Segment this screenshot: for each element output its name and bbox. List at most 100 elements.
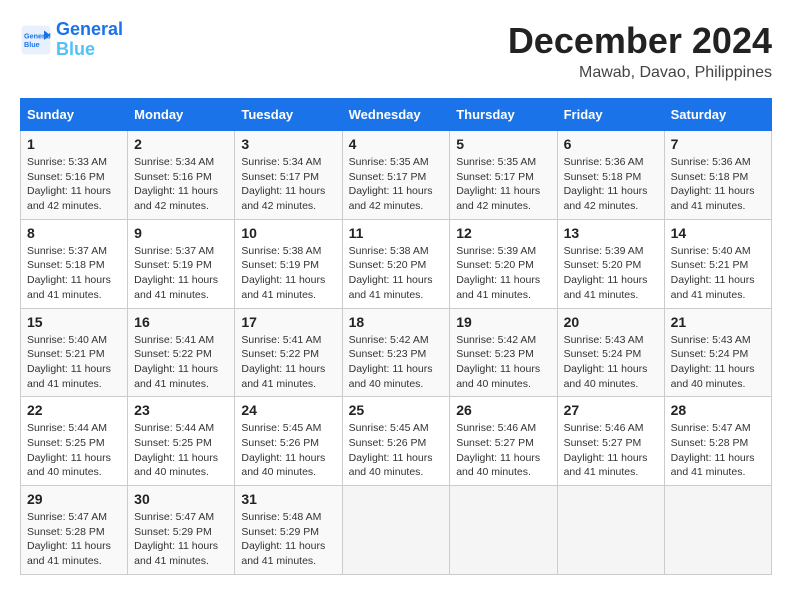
day-info: Sunrise: 5:44 AM Sunset: 5:25 PM Dayligh…: [134, 421, 228, 480]
day-number: 24: [241, 402, 335, 418]
day-info: Sunrise: 5:46 AM Sunset: 5:27 PM Dayligh…: [456, 421, 550, 480]
day-number: 11: [349, 225, 444, 241]
day-info: Sunrise: 5:37 AM Sunset: 5:18 PM Dayligh…: [27, 244, 121, 303]
svg-text:Blue: Blue: [24, 40, 40, 49]
day-info: Sunrise: 5:45 AM Sunset: 5:26 PM Dayligh…: [349, 421, 444, 480]
calendar-cell: 16 Sunrise: 5:41 AM Sunset: 5:22 PM Dayli…: [128, 308, 235, 397]
calendar-cell: 13 Sunrise: 5:39 AM Sunset: 5:20 PM Dayli…: [557, 219, 664, 308]
calendar-cell: 5Sunrise: 5:35 AM Sunset: 5:17 PM Daylig…: [450, 131, 557, 220]
calendar-cell: [342, 486, 450, 575]
calendar-cell: 6 Sunrise: 5:36 AM Sunset: 5:18 PM Daylig…: [557, 131, 664, 220]
day-info: Sunrise: 5:47 AM Sunset: 5:28 PM Dayligh…: [27, 510, 121, 569]
day-number: 4: [349, 136, 444, 152]
column-header-thursday: Thursday: [450, 99, 557, 131]
day-number: 30: [134, 491, 228, 507]
month-year-title: December 2024: [508, 20, 772, 62]
location-subtitle: Mawab, Davao, Philippines: [508, 64, 772, 82]
calendar-cell: 21Sunrise: 5:43 AM Sunset: 5:24 PM Dayli…: [664, 308, 771, 397]
day-number: 23: [134, 402, 228, 418]
day-info: Sunrise: 5:38 AM Sunset: 5:19 PM Dayligh…: [241, 244, 335, 303]
calendar-cell: [664, 486, 771, 575]
calendar-cell: 30 Sunrise: 5:47 AM Sunset: 5:29 PM Dayli…: [128, 486, 235, 575]
day-info: Sunrise: 5:42 AM Sunset: 5:23 PM Dayligh…: [349, 333, 444, 392]
calendar-week-row: 29 Sunrise: 5:47 AM Sunset: 5:28 PM Dayli…: [21, 486, 772, 575]
calendar-cell: 4Sunrise: 5:35 AM Sunset: 5:17 PM Daylig…: [342, 131, 450, 220]
day-number: 5: [456, 136, 550, 152]
day-number: 31: [241, 491, 335, 507]
day-info: Sunrise: 5:43 AM Sunset: 5:24 PM Dayligh…: [564, 333, 658, 392]
day-number: 25: [349, 402, 444, 418]
column-header-friday: Friday: [557, 99, 664, 131]
calendar-cell: 15 Sunrise: 5:40 AM Sunset: 5:21 PM Dayli…: [21, 308, 128, 397]
calendar-week-row: 8 Sunrise: 5:37 AM Sunset: 5:18 PM Daylig…: [21, 219, 772, 308]
page-header: General Blue GeneralBlue December 2024 M…: [20, 20, 772, 82]
day-info: Sunrise: 5:40 AM Sunset: 5:21 PM Dayligh…: [27, 333, 121, 392]
day-info: Sunrise: 5:34 AM Sunset: 5:16 PM Dayligh…: [134, 155, 228, 214]
day-number: 28: [671, 402, 765, 418]
day-number: 8: [27, 225, 121, 241]
day-info: Sunrise: 5:38 AM Sunset: 5:20 PM Dayligh…: [349, 244, 444, 303]
calendar-cell: 1 Sunrise: 5:33 AM Sunset: 5:16 PM Daylig…: [21, 131, 128, 220]
day-info: Sunrise: 5:45 AM Sunset: 5:26 PM Dayligh…: [241, 421, 335, 480]
day-info: Sunrise: 5:40 AM Sunset: 5:21 PM Dayligh…: [671, 244, 765, 303]
calendar-cell: 8 Sunrise: 5:37 AM Sunset: 5:18 PM Daylig…: [21, 219, 128, 308]
calendar-cell: [450, 486, 557, 575]
column-header-saturday: Saturday: [664, 99, 771, 131]
calendar-cell: 14 Sunrise: 5:40 AM Sunset: 5:21 PM Dayli…: [664, 219, 771, 308]
day-number: 7: [671, 136, 765, 152]
calendar-week-row: 15 Sunrise: 5:40 AM Sunset: 5:21 PM Dayli…: [21, 308, 772, 397]
day-info: Sunrise: 5:43 AM Sunset: 5:24 PM Dayligh…: [671, 333, 765, 392]
calendar-header-row: SundayMondayTuesdayWednesdayThursdayFrid…: [21, 99, 772, 131]
logo-icon: General Blue: [20, 24, 52, 56]
day-number: 6: [564, 136, 658, 152]
calendar-cell: 17Sunrise: 5:41 AM Sunset: 5:22 PM Dayli…: [235, 308, 342, 397]
logo-text: GeneralBlue: [56, 20, 123, 60]
day-info: Sunrise: 5:41 AM Sunset: 5:22 PM Dayligh…: [241, 333, 335, 392]
calendar-cell: 22Sunrise: 5:44 AM Sunset: 5:25 PM Dayli…: [21, 397, 128, 486]
day-info: Sunrise: 5:36 AM Sunset: 5:18 PM Dayligh…: [564, 155, 658, 214]
day-info: Sunrise: 5:44 AM Sunset: 5:25 PM Dayligh…: [27, 421, 121, 480]
calendar-cell: 29 Sunrise: 5:47 AM Sunset: 5:28 PM Dayli…: [21, 486, 128, 575]
column-header-sunday: Sunday: [21, 99, 128, 131]
calendar-cell: 2Sunrise: 5:34 AM Sunset: 5:16 PM Daylig…: [128, 131, 235, 220]
title-area: December 2024 Mawab, Davao, Philippines: [508, 20, 772, 82]
calendar-week-row: 1 Sunrise: 5:33 AM Sunset: 5:16 PM Daylig…: [21, 131, 772, 220]
day-info: Sunrise: 5:41 AM Sunset: 5:22 PM Dayligh…: [134, 333, 228, 392]
day-info: Sunrise: 5:37 AM Sunset: 5:19 PM Dayligh…: [134, 244, 228, 303]
column-header-wednesday: Wednesday: [342, 99, 450, 131]
day-number: 27: [564, 402, 658, 418]
day-number: 29: [27, 491, 121, 507]
day-number: 12: [456, 225, 550, 241]
day-info: Sunrise: 5:48 AM Sunset: 5:29 PM Dayligh…: [241, 510, 335, 569]
calendar-cell: 24 Sunrise: 5:45 AM Sunset: 5:26 PM Dayli…: [235, 397, 342, 486]
day-info: Sunrise: 5:34 AM Sunset: 5:17 PM Dayligh…: [241, 155, 335, 214]
calendar-cell: 3Sunrise: 5:34 AM Sunset: 5:17 PM Daylig…: [235, 131, 342, 220]
calendar-cell: 19Sunrise: 5:42 AM Sunset: 5:23 PM Dayli…: [450, 308, 557, 397]
day-info: Sunrise: 5:47 AM Sunset: 5:29 PM Dayligh…: [134, 510, 228, 569]
logo: General Blue GeneralBlue: [20, 20, 123, 60]
calendar-cell: 9Sunrise: 5:37 AM Sunset: 5:19 PM Daylig…: [128, 219, 235, 308]
day-number: 15: [27, 314, 121, 330]
day-info: Sunrise: 5:36 AM Sunset: 5:18 PM Dayligh…: [671, 155, 765, 214]
calendar-cell: 23 Sunrise: 5:44 AM Sunset: 5:25 PM Dayli…: [128, 397, 235, 486]
day-number: 19: [456, 314, 550, 330]
day-number: 18: [349, 314, 444, 330]
day-number: 1: [27, 136, 121, 152]
calendar-cell: 20Sunrise: 5:43 AM Sunset: 5:24 PM Dayli…: [557, 308, 664, 397]
day-number: 14: [671, 225, 765, 241]
column-header-monday: Monday: [128, 99, 235, 131]
day-number: 26: [456, 402, 550, 418]
day-info: Sunrise: 5:33 AM Sunset: 5:16 PM Dayligh…: [27, 155, 121, 214]
calendar-table: SundayMondayTuesdayWednesdayThursdayFrid…: [20, 98, 772, 575]
day-info: Sunrise: 5:39 AM Sunset: 5:20 PM Dayligh…: [564, 244, 658, 303]
calendar-cell: 25 Sunrise: 5:45 AM Sunset: 5:26 PM Dayli…: [342, 397, 450, 486]
day-info: Sunrise: 5:39 AM Sunset: 5:20 PM Dayligh…: [456, 244, 550, 303]
calendar-week-row: 22Sunrise: 5:44 AM Sunset: 5:25 PM Dayli…: [21, 397, 772, 486]
day-number: 13: [564, 225, 658, 241]
calendar-cell: [557, 486, 664, 575]
day-number: 16: [134, 314, 228, 330]
calendar-cell: 28 Sunrise: 5:47 AM Sunset: 5:28 PM Dayli…: [664, 397, 771, 486]
calendar-cell: 27Sunrise: 5:46 AM Sunset: 5:27 PM Dayli…: [557, 397, 664, 486]
day-info: Sunrise: 5:47 AM Sunset: 5:28 PM Dayligh…: [671, 421, 765, 480]
calendar-cell: 7 Sunrise: 5:36 AM Sunset: 5:18 PM Daylig…: [664, 131, 771, 220]
